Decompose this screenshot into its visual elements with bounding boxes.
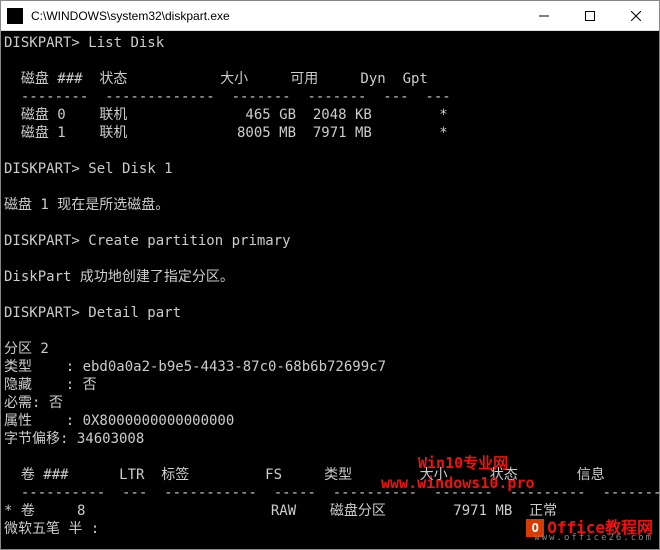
- output-line: 磁盘 1 现在是所选磁盘。: [4, 197, 169, 213]
- minimize-button[interactable]: [521, 1, 567, 30]
- window-controls: [521, 1, 659, 30]
- prompt: DISKPART>: [4, 305, 80, 321]
- output-line: 类型 : ebd0a0a2-b9e5-4433-87c0-68b6b72699c…: [4, 359, 386, 375]
- command-text: List Disk: [88, 35, 164, 51]
- close-icon: [631, 11, 641, 21]
- app-window: C:\WINDOWS\system32\diskpart.exe DISKPAR…: [0, 0, 660, 550]
- output-line: 属性 : 0X8000000000000000: [4, 413, 234, 429]
- prompt: DISKPART>: [4, 35, 80, 51]
- titlebar[interactable]: C:\WINDOWS\system32\diskpart.exe: [1, 1, 659, 31]
- table-divider: -------- ------------- ------- ------- -…: [4, 89, 451, 105]
- table-header: 卷 ### LTR 标签 FS 类型 大小 状态 信息: [4, 467, 605, 483]
- command-text: Detail part: [88, 305, 181, 321]
- watermark-brand2-sub: www.office26.com: [534, 529, 653, 547]
- app-icon: [7, 8, 23, 24]
- maximize-icon: [585, 11, 595, 21]
- close-button[interactable]: [613, 1, 659, 30]
- table-row: 磁盘 1 联机 8005 MB 7971 MB *: [4, 125, 448, 141]
- ime-status: 微软五笔 半 :: [4, 521, 99, 537]
- maximize-button[interactable]: [567, 1, 613, 30]
- prompt: DISKPART>: [4, 161, 80, 177]
- table-row: 磁盘 0 联机 465 GB 2048 KB *: [4, 107, 448, 123]
- minimize-icon: [539, 11, 549, 21]
- output-line: 必需: 否: [4, 395, 63, 411]
- output-line: DiskPart 成功地创建了指定分区。: [4, 269, 234, 285]
- output-line: 隐藏 : 否: [4, 377, 97, 393]
- command-text: Sel Disk 1: [88, 161, 172, 177]
- output-line: 分区 2: [4, 341, 49, 357]
- table-header: 磁盘 ### 状态 大小 可用 Dyn Gpt: [4, 71, 428, 87]
- table-row: * 卷 8 RAW 磁盘分区 7971 MB 正常: [4, 503, 557, 519]
- output-line: 字节偏移: 34603008: [4, 431, 144, 447]
- prompt: DISKPART>: [4, 233, 80, 249]
- window-title: C:\WINDOWS\system32\diskpart.exe: [29, 9, 521, 23]
- console-output[interactable]: DISKPART> List Disk 磁盘 ### 状态 大小 可用 Dyn …: [1, 31, 659, 549]
- command-text: Create partition primary: [88, 233, 290, 249]
- table-divider: ---------- --- ----------- ----- -------…: [4, 485, 659, 501]
